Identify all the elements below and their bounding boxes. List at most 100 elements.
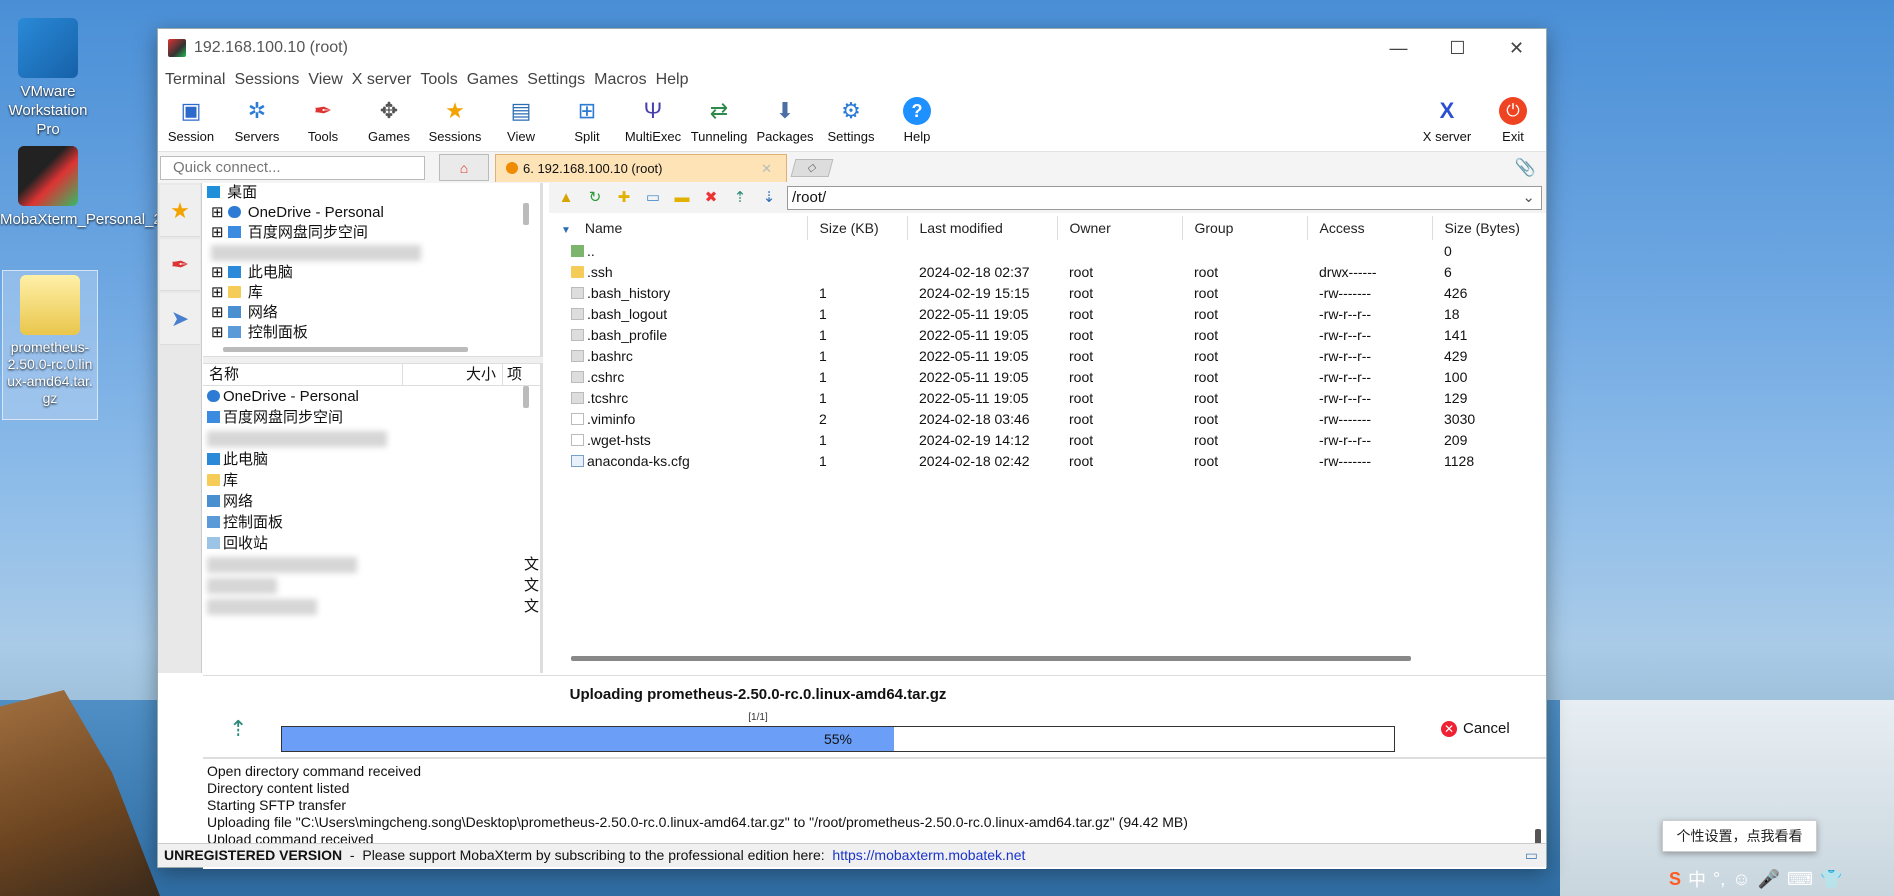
new-tab-button[interactable]: ◇ <box>790 158 834 177</box>
column-name[interactable]: ▼ Name <box>557 216 808 240</box>
exit-button[interactable]: ⏻ Exit <box>1480 97 1546 144</box>
column-size-kb[interactable]: Size (KB) <box>807 216 908 240</box>
menu-settings[interactable]: Settings <box>527 71 594 89</box>
tree-item[interactable]: ⊞ 百度网盘同步空间 <box>203 223 543 243</box>
list-item[interactable]: OneDrive - Personal <box>203 386 543 407</box>
session-button[interactable]: ▣ Session <box>158 97 224 144</box>
mobatek-link[interactable]: https://mobaxterm.mobatek.net <box>832 847 1025 863</box>
table-row[interactable]: .bashrc 1 2022-05-11 19:05 root root -rw-r--r… <box>557 345 1542 366</box>
expand-icon[interactable]: ⊞ <box>211 304 224 321</box>
servers-button[interactable]: ✲ Servers <box>224 97 290 144</box>
pane-splitter[interactable] <box>203 356 543 364</box>
column-size-bytes[interactable]: Size (Bytes) <box>1432 216 1542 240</box>
table-row[interactable]: .. 0 <box>557 240 1542 261</box>
table-row[interactable]: .bash_history 1 2024-02-19 15:15 root root -r… <box>557 282 1542 303</box>
download-icon[interactable]: ⇣ <box>758 187 780 209</box>
menu-view[interactable]: View <box>308 71 351 89</box>
column-group[interactable]: Group <box>1182 216 1308 240</box>
new-file-icon[interactable]: ▭ <box>642 187 664 209</box>
sidebar-sessions-tab[interactable]: ★ <box>160 185 200 237</box>
sessions-button[interactable]: ★ Sessions <box>422 97 488 144</box>
open-folder-icon[interactable]: ▬ <box>671 187 693 209</box>
table-row[interactable]: anaconda-ks.cfg 1 2024-02-18 02:42 root root… <box>557 450 1542 471</box>
list-item[interactable]: 库 <box>203 470 543 491</box>
tab-close-icon[interactable]: ✕ <box>761 155 772 182</box>
upload-icon[interactable]: ⇡ <box>729 187 751 209</box>
column-type[interactable]: 项 <box>503 364 523 385</box>
column-size[interactable]: 大小 <box>403 364 503 385</box>
menu-help[interactable]: Help <box>656 71 698 89</box>
tab-session-6[interactable]: 6. 192.168.100.10 (root) ✕ <box>495 153 787 182</box>
tree-item[interactable]: ⊞ OneDrive - Personal <box>203 203 543 223</box>
monitor-icon[interactable]: ▭ <box>1525 844 1538 866</box>
home-tab[interactable]: ⌂ <box>439 154 489 181</box>
delete-icon[interactable]: ✖ <box>700 187 722 209</box>
x-server-button[interactable]: X X server <box>1414 97 1480 144</box>
desktop-icon-archive[interactable]: prometheus-2.50.0-rc.0.linux-amd64.tar.g… <box>2 270 98 420</box>
tree-item[interactable]: ⊞ 控制面板 <box>203 323 543 343</box>
list-item[interactable]: 回收站 <box>203 533 543 554</box>
expand-icon[interactable]: ⊞ <box>211 224 224 241</box>
menu-macros[interactable]: Macros <box>594 71 655 89</box>
multiexec-button[interactable]: Ψ MultiExec <box>620 97 686 144</box>
mic-icon[interactable]: 🎤 <box>1758 869 1780 890</box>
expand-icon[interactable]: ⊞ <box>211 204 224 221</box>
ime-tooltip[interactable]: 个性设置，点我看看 <box>1662 820 1817 852</box>
expand-icon[interactable]: ⊞ <box>211 284 224 301</box>
list-item[interactable]: 百度网盘同步空间 <box>203 407 543 428</box>
list-item[interactable]: 此电脑 <box>203 449 543 470</box>
menu-sessions[interactable]: Sessions <box>234 71 308 89</box>
cancel-button[interactable]: ✕ Cancel <box>1441 720 1510 737</box>
tree-item[interactable]: ⊞ 此电脑 <box>203 263 543 283</box>
title-bar[interactable]: 192.168.100.10 (root) — ☐ ✕ <box>158 29 1546 67</box>
ime-mode[interactable]: 中 <box>1688 866 1706 892</box>
desktop-icon-mobaxterm[interactable]: MobaXterm_Personal_2... <box>0 146 174 229</box>
tools-button[interactable]: ✒ Tools <box>290 97 356 144</box>
parent-folder-icon[interactable]: ▲ <box>555 187 577 209</box>
desktop-icon-vmware[interactable]: VMware Workstation Pro <box>0 18 96 139</box>
maximize-button[interactable]: ☐ <box>1428 29 1487 67</box>
list-item[interactable]: 控制面板 <box>203 512 543 533</box>
split-button[interactable]: ⊞ Split <box>554 97 620 144</box>
menu-x-server[interactable]: X server <box>352 71 421 89</box>
chevron-down-icon[interactable]: ⌄ <box>1522 187 1535 209</box>
tunneling-button[interactable]: ⇄ Tunneling <box>686 97 752 144</box>
table-row[interactable]: .cshrc 1 2022-05-11 19:05 root root -rw-r--r-… <box>557 366 1542 387</box>
tree-item[interactable]: 桌面 <box>203 183 543 203</box>
punctuation-icon[interactable]: °, <box>1713 869 1725 890</box>
table-row[interactable]: .wget-hsts 1 2024-02-19 14:12 root root -rw-r… <box>557 429 1542 450</box>
remote-hscrollbar[interactable] <box>571 656 1411 661</box>
sidebar-tools-tab[interactable]: ✒ <box>160 239 200 291</box>
refresh-icon[interactable]: ↻ <box>584 187 606 209</box>
remote-path-input[interactable]: /root/ ⌄ <box>787 186 1542 210</box>
expand-icon[interactable]: ⊞ <box>211 264 224 281</box>
table-row[interactable]: .viminfo 2 2024-02-18 03:46 root root -rw----… <box>557 408 1542 429</box>
menu-terminal[interactable]: Terminal <box>165 71 234 89</box>
paperclip-icon[interactable]: 📎 <box>1515 158 1536 178</box>
sidebar-sftp-tab[interactable]: ➤ <box>160 293 200 345</box>
keyboard-icon[interactable]: ⌨ <box>1787 869 1813 890</box>
menu-games[interactable]: Games <box>467 71 528 89</box>
packages-button[interactable]: ⬇ Packages <box>752 97 818 144</box>
table-row[interactable]: .bash_logout 1 2022-05-11 19:05 root root -rw… <box>557 303 1542 324</box>
view-button[interactable]: ▤ View <box>488 97 554 144</box>
sogou-icon[interactable]: S <box>1669 869 1681 890</box>
table-row[interactable]: .tcshrc 1 2022-05-11 19:05 root root -rw-r--r… <box>557 387 1542 408</box>
quick-connect-input[interactable]: Quick connect... <box>160 155 425 180</box>
list-scrollbar[interactable] <box>523 386 529 408</box>
new-folder-icon[interactable]: ✚ <box>613 187 635 209</box>
settings-button[interactable]: ⚙ Settings <box>818 97 884 144</box>
minimize-button[interactable]: — <box>1369 29 1428 67</box>
emoji-icon[interactable]: ☺ <box>1732 869 1750 890</box>
skin-icon[interactable]: 👕 <box>1820 869 1842 890</box>
tree-scrollbar[interactable] <box>523 203 529 225</box>
help-button[interactable]: ? Help <box>884 97 950 144</box>
tree-item[interactable]: ⊞ 网络 <box>203 303 543 323</box>
column-last-modified[interactable]: Last modified <box>907 216 1058 240</box>
games-button[interactable]: ✥ Games <box>356 97 422 144</box>
column-access[interactable]: Access <box>1307 216 1433 240</box>
menu-tools[interactable]: Tools <box>420 71 466 89</box>
table-row[interactable]: .ssh 2024-02-18 02:37 root root drwx------ 6 <box>557 261 1542 282</box>
close-button[interactable]: ✕ <box>1487 29 1546 67</box>
tree-hscrollbar[interactable] <box>223 347 468 352</box>
